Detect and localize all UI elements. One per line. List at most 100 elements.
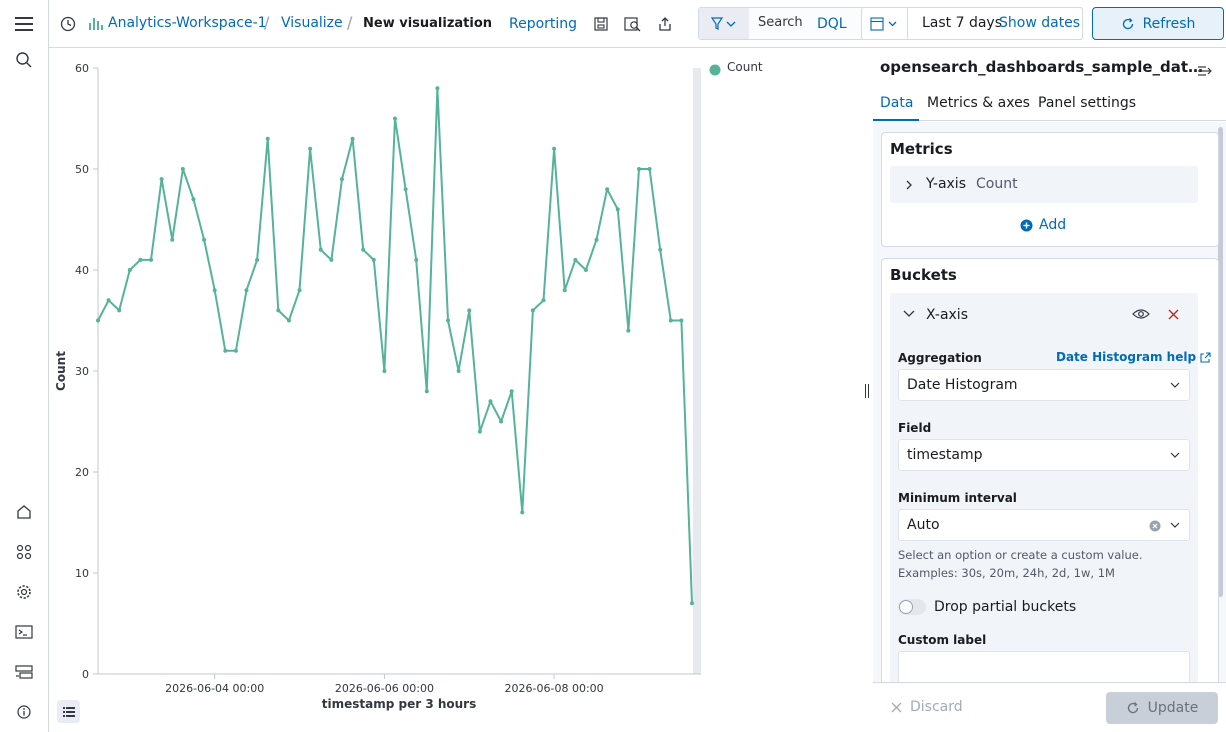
show-dates-link[interactable]: Show dates bbox=[999, 15, 1080, 31]
data-point bbox=[382, 369, 387, 373]
data-point bbox=[583, 268, 588, 272]
data-point bbox=[106, 298, 111, 303]
search-icon[interactable] bbox=[12, 48, 36, 72]
reporting-link[interactable]: Reporting bbox=[509, 16, 577, 32]
share-icon[interactable] bbox=[651, 10, 679, 38]
aggregation-value: Date Histogram bbox=[907, 377, 1018, 393]
collapse-sidebar-icon[interactable] bbox=[1197, 64, 1213, 82]
chevron-down-icon bbox=[1170, 452, 1180, 458]
recent-history-icon[interactable] bbox=[54, 10, 82, 38]
data-point bbox=[541, 298, 546, 303]
data-point bbox=[403, 187, 408, 192]
panel-resize-handle[interactable] bbox=[865, 384, 869, 398]
console-icon[interactable] bbox=[12, 620, 36, 644]
y-tick-label: 0 bbox=[82, 668, 89, 681]
refresh-label: Refresh bbox=[1142, 15, 1196, 32]
tab-data[interactable]: Data bbox=[880, 95, 913, 111]
data-point bbox=[393, 116, 397, 121]
data-point bbox=[202, 237, 207, 242]
clear-icon[interactable] bbox=[1149, 520, 1161, 532]
data-point bbox=[117, 308, 122, 313]
add-metric-button[interactable]: Add bbox=[1020, 217, 1066, 233]
x-tick-label: 2026-06-04 00:00 bbox=[165, 682, 264, 695]
legend-toggle-button[interactable] bbox=[57, 700, 80, 723]
breadcrumb-visualize[interactable]: Visualize bbox=[281, 15, 343, 31]
data-point bbox=[286, 318, 291, 323]
data-point bbox=[276, 308, 281, 313]
interval-combobox[interactable]: Auto bbox=[898, 509, 1190, 541]
data-point bbox=[552, 146, 557, 151]
home-icon[interactable] bbox=[12, 500, 36, 524]
data-point bbox=[605, 187, 610, 192]
y-axis-title: Count bbox=[54, 351, 68, 391]
breadcrumb-separator: / bbox=[264, 13, 270, 32]
menu-icon[interactable] bbox=[12, 12, 36, 36]
drop-partial-toggle[interactable] bbox=[898, 599, 926, 615]
data-point bbox=[223, 348, 228, 353]
data-point bbox=[255, 257, 260, 262]
y-tick-label: 20 bbox=[75, 466, 89, 479]
data-point bbox=[212, 288, 217, 293]
aggregation-select[interactable]: Date Histogram bbox=[898, 369, 1190, 401]
aggregation-help-link[interactable]: Date Histogram help bbox=[1056, 350, 1211, 364]
index-management-icon[interactable] bbox=[12, 660, 36, 684]
data-point bbox=[149, 257, 154, 262]
data-point bbox=[180, 167, 185, 171]
refresh-icon bbox=[1127, 702, 1138, 714]
discard-button[interactable]: Discard bbox=[891, 699, 963, 715]
legend-label: Count bbox=[727, 60, 763, 74]
apps-icon[interactable] bbox=[12, 540, 36, 564]
chevron-down-icon bbox=[1170, 522, 1180, 528]
update-button[interactable]: Update bbox=[1106, 692, 1218, 724]
metric-y-axis-row[interactable]: Y-axis Count bbox=[890, 166, 1198, 203]
save-icon[interactable] bbox=[587, 10, 615, 38]
data-point bbox=[308, 146, 313, 151]
chevron-down-icon[interactable] bbox=[902, 309, 916, 319]
interval-help-line-1: Select an option or create a custom valu… bbox=[898, 548, 1143, 562]
inspect-icon[interactable] bbox=[619, 10, 647, 38]
data-point bbox=[350, 136, 355, 141]
update-label: Update bbox=[1147, 700, 1199, 716]
data-point bbox=[530, 308, 535, 313]
gear-icon[interactable] bbox=[12, 580, 36, 604]
data-point bbox=[647, 167, 652, 171]
data-point bbox=[679, 318, 684, 323]
field-select[interactable]: timestamp bbox=[898, 439, 1190, 471]
data-point bbox=[339, 177, 344, 182]
search-input-placeholder[interactable]: Search bbox=[758, 15, 803, 30]
y-tick-label: 60 bbox=[75, 62, 89, 75]
tabs-divider bbox=[873, 120, 1226, 121]
info-icon[interactable] bbox=[12, 700, 36, 724]
metrics-section: Metrics Y-axis Count Add bbox=[881, 132, 1219, 247]
data-point bbox=[297, 288, 302, 293]
y-tick-label: 40 bbox=[75, 264, 89, 277]
interval-value: Auto bbox=[907, 517, 940, 533]
data-point bbox=[318, 247, 323, 252]
calendar-quick-select[interactable] bbox=[862, 8, 908, 39]
y-tick-label: 10 bbox=[75, 567, 89, 580]
tab-panel-settings[interactable]: Panel settings bbox=[1038, 95, 1136, 111]
data-point bbox=[191, 197, 196, 202]
visualization-chart: 0 10 20 30 40 50 60 2026-06-04 00:00 2026-06-06 … bbox=[49, 49, 861, 732]
remove-icon[interactable] bbox=[1168, 309, 1179, 320]
tab-active-indicator bbox=[873, 119, 919, 121]
data-point bbox=[520, 510, 525, 515]
data-point bbox=[488, 399, 493, 404]
tab-metrics-axes[interactable]: Metrics & axes bbox=[927, 95, 1030, 111]
data-point bbox=[138, 257, 143, 262]
metric-axis-label: Y-axis bbox=[926, 176, 966, 192]
filter-menu-button[interactable] bbox=[699, 8, 749, 39]
data-point bbox=[615, 207, 620, 212]
data-point bbox=[233, 348, 238, 353]
refresh-button[interactable]: Refresh bbox=[1092, 7, 1224, 40]
chevron-right-icon[interactable] bbox=[904, 179, 914, 191]
field-label: Field bbox=[898, 421, 932, 435]
query-language-toggle[interactable]: DQL bbox=[817, 16, 847, 32]
eye-icon[interactable] bbox=[1132, 308, 1150, 320]
data-point bbox=[456, 369, 461, 373]
breadcrumb-workspace[interactable]: Analytics-Workspace-1 bbox=[108, 15, 267, 31]
index-pattern-title: opensearch_dashboards_sample_dat… bbox=[880, 58, 1204, 76]
x-axis-title: timestamp per 3 hours bbox=[322, 697, 476, 711]
data-point bbox=[573, 257, 578, 262]
time-range-label[interactable]: Last 7 days bbox=[922, 15, 1002, 31]
